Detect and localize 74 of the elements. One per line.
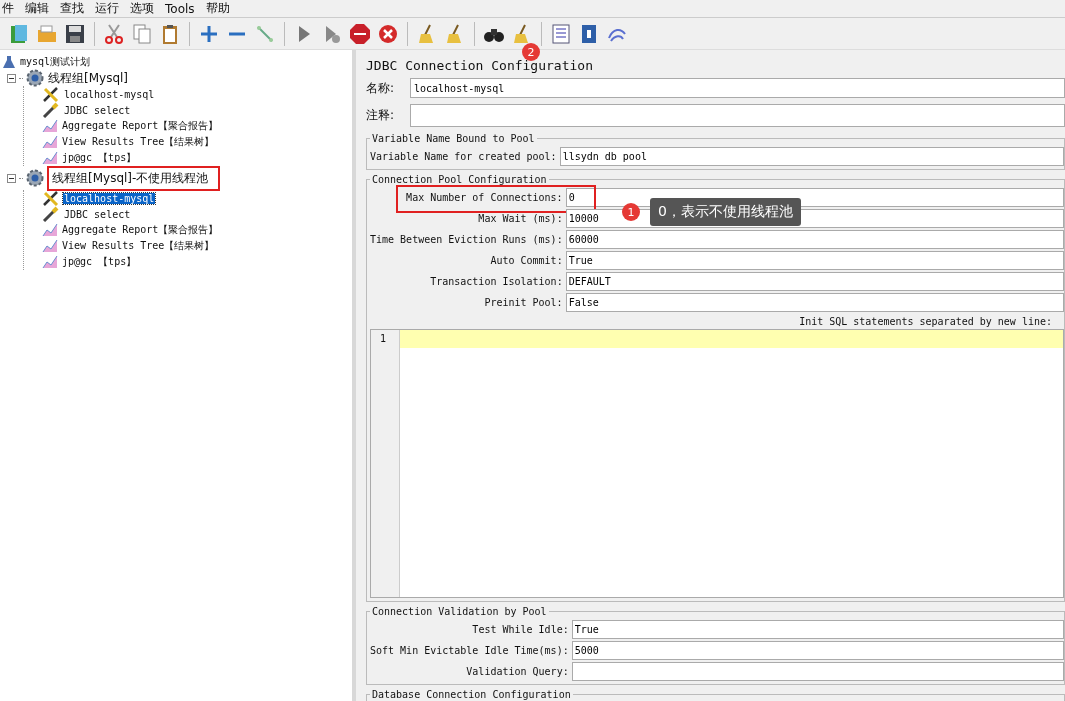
tree-item[interactable]: jp@gc 【tps】 [61,151,138,165]
text-field[interactable]: 60000 [565,230,1064,249]
tree-item[interactable]: localhost-mysql [63,192,156,204]
number-badge: 2 [522,43,540,61]
flask-icon [2,55,16,69]
section-legend: Connection Pool Configuration [370,174,549,185]
tree-item[interactable]: mysql测试计划 [19,55,92,69]
close-circle-icon[interactable] [377,22,399,45]
text-field[interactable] [571,662,1064,681]
field-label: Transaction Isolation: [429,276,563,287]
gear-icon [26,69,44,87]
chart-icon [42,223,58,237]
name-field[interactable]: localhost-mysql [410,78,1065,98]
tree-item[interactable]: Aggregate Report【聚合报告】 [61,223,220,237]
gear-icon [26,169,44,187]
chart-icon [42,135,58,149]
chart-icon [42,239,58,253]
menu-item[interactable]: 选项 [128,0,156,17]
text-field[interactable]: llsydn_db_pool [559,147,1064,166]
scissors-icon[interactable] [103,22,125,45]
field-label: Soft Min Evictable Idle Time(ms): [370,645,569,656]
menu-item[interactable]: 运行 [93,0,121,17]
menu-item[interactable]: 帮助 [203,0,232,17]
text-field[interactable]: True [565,251,1064,270]
wrench-icon [42,190,60,206]
tree-item[interactable]: View Results Tree【结果树】 [61,239,216,253]
editor-caption: Init SQL statements separated by new line: [798,315,1053,329]
chart-icon [42,119,58,133]
copy-icon[interactable] [131,22,153,45]
code-editor[interactable]: 1 [370,329,1064,598]
field-label: Preinit Pool: [483,297,563,308]
section-legend: Database Connection Configuration [370,689,573,700]
field-label: Validation Query: [465,666,569,677]
section-legend: Connection Validation by Pool [370,606,549,617]
tree-item[interactable]: jp@gc 【tps】 [61,255,138,269]
field-label: Max Number of Connections: [405,192,563,203]
field-label: 名称: [366,79,396,97]
tree-item[interactable]: Aggregate Report【聚合报告】 [61,119,220,133]
tree-item[interactable]: 线程组[Mysql]-不使用线程池 [47,165,221,191]
text-field[interactable]: True [571,620,1064,639]
pen-icon [42,206,60,222]
list-icon[interactable] [550,22,572,45]
tree-item[interactable]: JDBC select [63,104,132,116]
comment-field[interactable] [410,104,1065,127]
field-label: Variable Name for created pool: [370,151,557,162]
line-number: 1 [379,332,388,344]
section-legend: Variable Name Bound to Pool [370,133,537,144]
wrench-icon [42,86,60,102]
tree-item[interactable]: View Results Tree【结果树】 [61,135,216,149]
field-label: Max Wait (ms): [477,213,563,224]
collapse-icon[interactable] [7,73,16,83]
menu-item[interactable]: 件 [0,0,16,17]
stop-sign-icon[interactable] [349,22,371,45]
chart-icon [42,151,58,165]
tree-item[interactable]: JDBC select [63,208,132,220]
callout-tooltip: 0，表示不使用线程池 [650,198,801,226]
menu-item[interactable]: 编辑 [23,0,51,17]
panel-title: JDBC Connection Configuration [366,58,594,75]
folder-icon[interactable] [36,22,58,45]
menu-item[interactable]: Tools [163,1,197,16]
template-book-icon[interactable] [8,22,30,45]
field-label: Time Between Eviction Runs (ms): [370,234,563,245]
collapse-icon[interactable] [7,173,16,183]
tree-item[interactable]: 线程组[Mysql] [47,69,130,87]
field-label: 注释: [366,107,396,124]
field-label: Test While Idle: [471,624,569,635]
text-field[interactable]: 5000 [571,641,1064,660]
menu-item[interactable]: 查找 [58,0,86,17]
tree-item[interactable]: localhost-mysql [63,88,156,100]
chart-icon [42,255,58,269]
text-field[interactable]: DEFAULT [565,272,1064,291]
pen-icon [42,102,60,118]
field-label: Auto Commit: [489,255,563,266]
text-field[interactable]: False [565,293,1064,312]
